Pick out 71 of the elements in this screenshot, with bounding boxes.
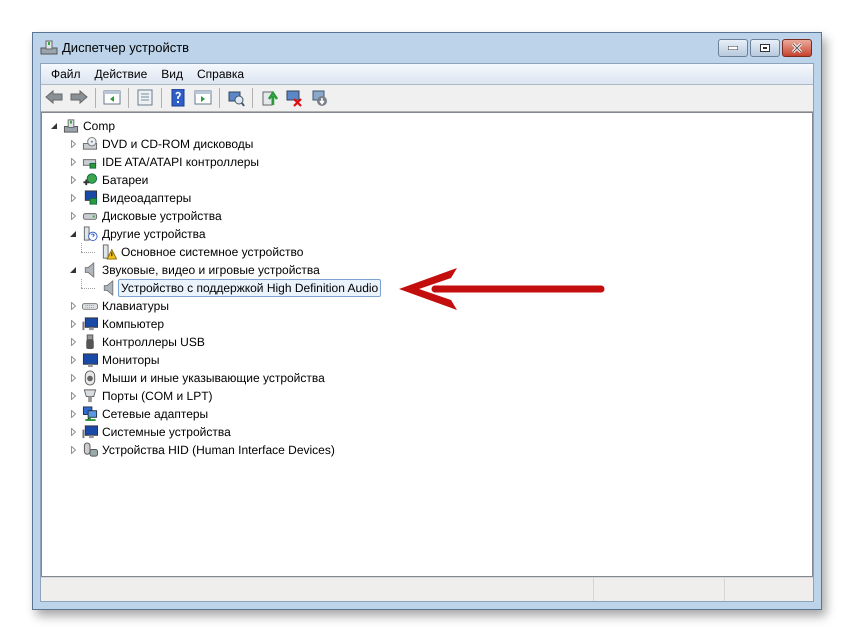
collapsed-caret-icon[interactable] [70, 176, 76, 184]
collapsed-caret-icon[interactable] [70, 374, 76, 382]
back-icon [45, 89, 63, 107]
maximize-button[interactable] [750, 39, 780, 57]
warning-device-icon [101, 244, 117, 260]
question-device-icon [82, 226, 98, 242]
tree-item[interactable]: DVD и CD-ROM дисководы [99, 135, 256, 153]
collapsed-caret-icon[interactable] [70, 338, 76, 346]
expanded-caret-icon[interactable] [70, 267, 76, 273]
collapsed-caret-icon[interactable] [70, 320, 76, 328]
close-icon [791, 43, 803, 53]
expanded-caret-icon[interactable] [70, 231, 76, 237]
tree-item[interactable]: Звуковые, видео и игровые устройства [99, 261, 323, 279]
close-button[interactable] [782, 39, 812, 57]
minimize-button[interactable] [718, 39, 748, 57]
minimize-icon [728, 46, 738, 50]
collapsed-caret-icon[interactable] [70, 410, 76, 418]
tree-item[interactable]: Компьютер [99, 315, 168, 333]
tree-item[interactable]: Мыши и иные указывающие устройства [99, 369, 328, 387]
display-adapter-icon [82, 190, 98, 206]
port-icon [82, 388, 98, 404]
uninstall-icon [285, 89, 303, 107]
tree-item[interactable]: IDE ATA/ATAPI контроллеры [99, 153, 262, 171]
menu-item[interactable]: Файл [45, 65, 87, 83]
disable-device-icon [310, 89, 328, 107]
tree-item[interactable]: Устройство с поддержкой High Definition Audio [118, 279, 382, 297]
computer-icon [63, 118, 79, 134]
tree-item[interactable]: Другие устройства [99, 225, 209, 243]
tree-item[interactable]: Батареи [99, 171, 152, 189]
tree-item[interactable]: Видеоадаптеры [99, 189, 194, 207]
tree-item[interactable]: Дисковые устройства [99, 207, 225, 225]
forward-icon [70, 89, 88, 107]
action-pane-icon [194, 89, 212, 107]
collapsed-caret-icon[interactable] [70, 446, 76, 454]
collapsed-caret-icon[interactable] [70, 302, 76, 310]
properties-icon [136, 89, 154, 107]
window-title: Диспетчер устройств [62, 39, 190, 58]
maximize-icon [760, 44, 770, 52]
tree-item[interactable]: Порты (COM и LPT) [99, 387, 216, 405]
scan-hardware-icon [227, 89, 245, 107]
device-manager-icon [40, 39, 58, 57]
expanded-caret-icon[interactable] [51, 123, 57, 129]
menu-item[interactable]: Справка [191, 65, 250, 83]
monitor-icon [82, 424, 98, 440]
tree-item[interactable]: Устройства HID (Human Interface Devices) [99, 441, 338, 459]
mouse-icon [82, 370, 98, 386]
collapsed-caret-icon[interactable] [70, 158, 76, 166]
tree-item[interactable]: Контроллеры USB [99, 333, 208, 351]
collapsed-caret-icon[interactable] [70, 140, 76, 148]
tree-item[interactable]: Основное системное устройство [118, 243, 306, 261]
tree-item[interactable]: Мониторы [99, 351, 162, 369]
tree-item[interactable]: Comp [80, 117, 118, 135]
update-driver-icon [260, 89, 278, 107]
monitor-icon [82, 352, 98, 368]
tree-item[interactable]: Сетевые адаптеры [99, 405, 212, 423]
menu-item[interactable]: Вид [155, 65, 189, 83]
battery-plug-icon [82, 172, 98, 188]
collapsed-caret-icon[interactable] [70, 194, 76, 202]
tree-item[interactable]: Системные устройства [99, 423, 234, 441]
collapsed-caret-icon[interactable] [70, 356, 76, 364]
disc-drive-icon [82, 136, 98, 152]
console-tree-icon [103, 89, 121, 107]
hid-device-icon [82, 442, 98, 458]
collapsed-caret-icon[interactable] [70, 392, 76, 400]
menu-item[interactable]: Действие [88, 65, 154, 83]
collapsed-caret-icon[interactable] [70, 212, 76, 220]
tree-item[interactable]: Клавиатуры [99, 297, 172, 315]
help-icon [169, 89, 187, 107]
monitor-icon [82, 316, 98, 332]
collapsed-caret-icon[interactable] [70, 428, 76, 436]
network-icon [82, 406, 98, 422]
